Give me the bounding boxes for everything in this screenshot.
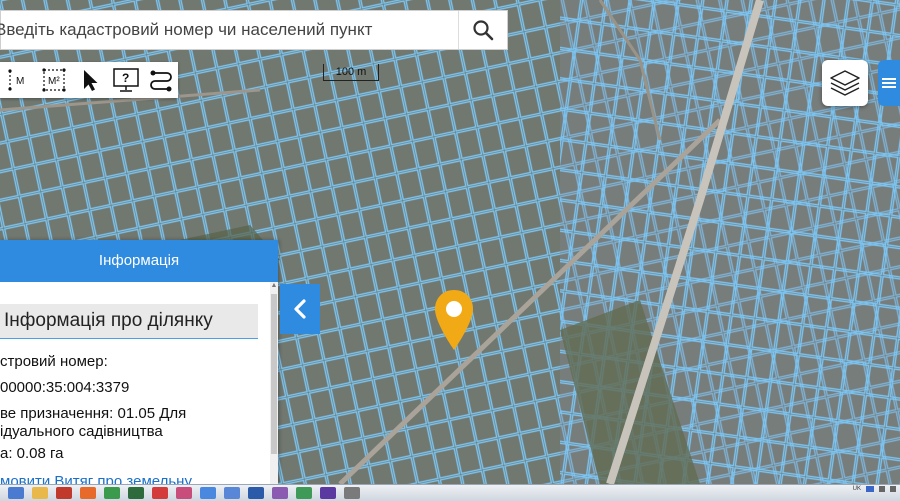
scale-bar: 100 m [323, 64, 379, 81]
tool-icon[interactable] [344, 487, 360, 499]
purpose-value: ідуального садівництва [0, 423, 163, 440]
app-icon[interactable] [224, 487, 240, 499]
search-icon [473, 20, 494, 41]
collapse-panel-button[interactable] [280, 284, 320, 334]
info-tool-button[interactable]: ? [109, 63, 143, 97]
firefox-icon[interactable] [80, 487, 96, 499]
start-icon[interactable] [8, 487, 24, 499]
map-toolbar: M M² ? [0, 62, 178, 98]
info-tool-label: ? [122, 71, 129, 85]
measure-length-label: M [16, 76, 24, 87]
measure-area-button[interactable]: M² [38, 63, 72, 97]
flag-icon[interactable] [866, 486, 874, 492]
layers-icon [830, 70, 860, 96]
measure-length-button[interactable]: M [2, 63, 36, 97]
photo-icon[interactable] [176, 487, 192, 499]
purpose-label: ве призначення: 01.05 Для [0, 405, 187, 422]
chrome-icon[interactable] [200, 487, 216, 499]
hamburger-icon [882, 78, 896, 88]
system-tray: UK [853, 486, 896, 492]
search-input[interactable] [0, 11, 458, 49]
cadastral-number-label: стровий номер: [0, 353, 108, 370]
route-icon [150, 70, 173, 92]
network-icon[interactable] [890, 486, 896, 492]
pdf-icon[interactable] [56, 487, 72, 499]
measure-area-icon: M² [42, 68, 66, 92]
info-scrollbar[interactable]: ▲ [270, 282, 278, 484]
skype-icon[interactable] [320, 487, 336, 499]
taskbar: UK [0, 484, 900, 501]
word-icon[interactable] [248, 487, 264, 499]
folder-icon[interactable] [32, 487, 48, 499]
route-tool-button[interactable] [144, 63, 178, 97]
cursor-arrow-icon [83, 70, 98, 91]
app-icon[interactable] [128, 487, 144, 499]
info-monitor-icon: ? [112, 68, 139, 92]
scroll-up-icon[interactable]: ▲ [270, 282, 278, 290]
media-icon[interactable] [152, 487, 168, 499]
info-panel-title: Інформація [0, 240, 278, 282]
search-button[interactable] [458, 11, 507, 49]
app-icon[interactable] [104, 487, 120, 499]
volume-icon[interactable] [879, 486, 885, 492]
info-panel: Інформація Інформація про ділянку строви… [0, 240, 278, 484]
menu-button[interactable] [878, 60, 900, 106]
language-indicator[interactable]: UK [853, 486, 861, 492]
measure-area-label: M² [48, 76, 60, 87]
app-icon[interactable] [272, 487, 288, 499]
measure-length-icon: M [8, 69, 24, 91]
order-extract-link[interactable]: мовити Витяг про земельну [0, 473, 278, 484]
section-title: Інформація про ділянку [0, 304, 258, 339]
cadastral-number-value: 00000:35:004:3379 [0, 379, 130, 396]
scrollbar-thumb[interactable] [271, 294, 277, 454]
select-cursor-button[interactable] [73, 63, 107, 97]
layers-button[interactable] [822, 60, 868, 106]
location-marker-icon[interactable] [432, 288, 476, 352]
search-bar [0, 10, 508, 50]
app-icon[interactable] [296, 487, 312, 499]
area-value: а: 0.08 га [0, 445, 64, 462]
chevron-left-icon [294, 299, 306, 319]
